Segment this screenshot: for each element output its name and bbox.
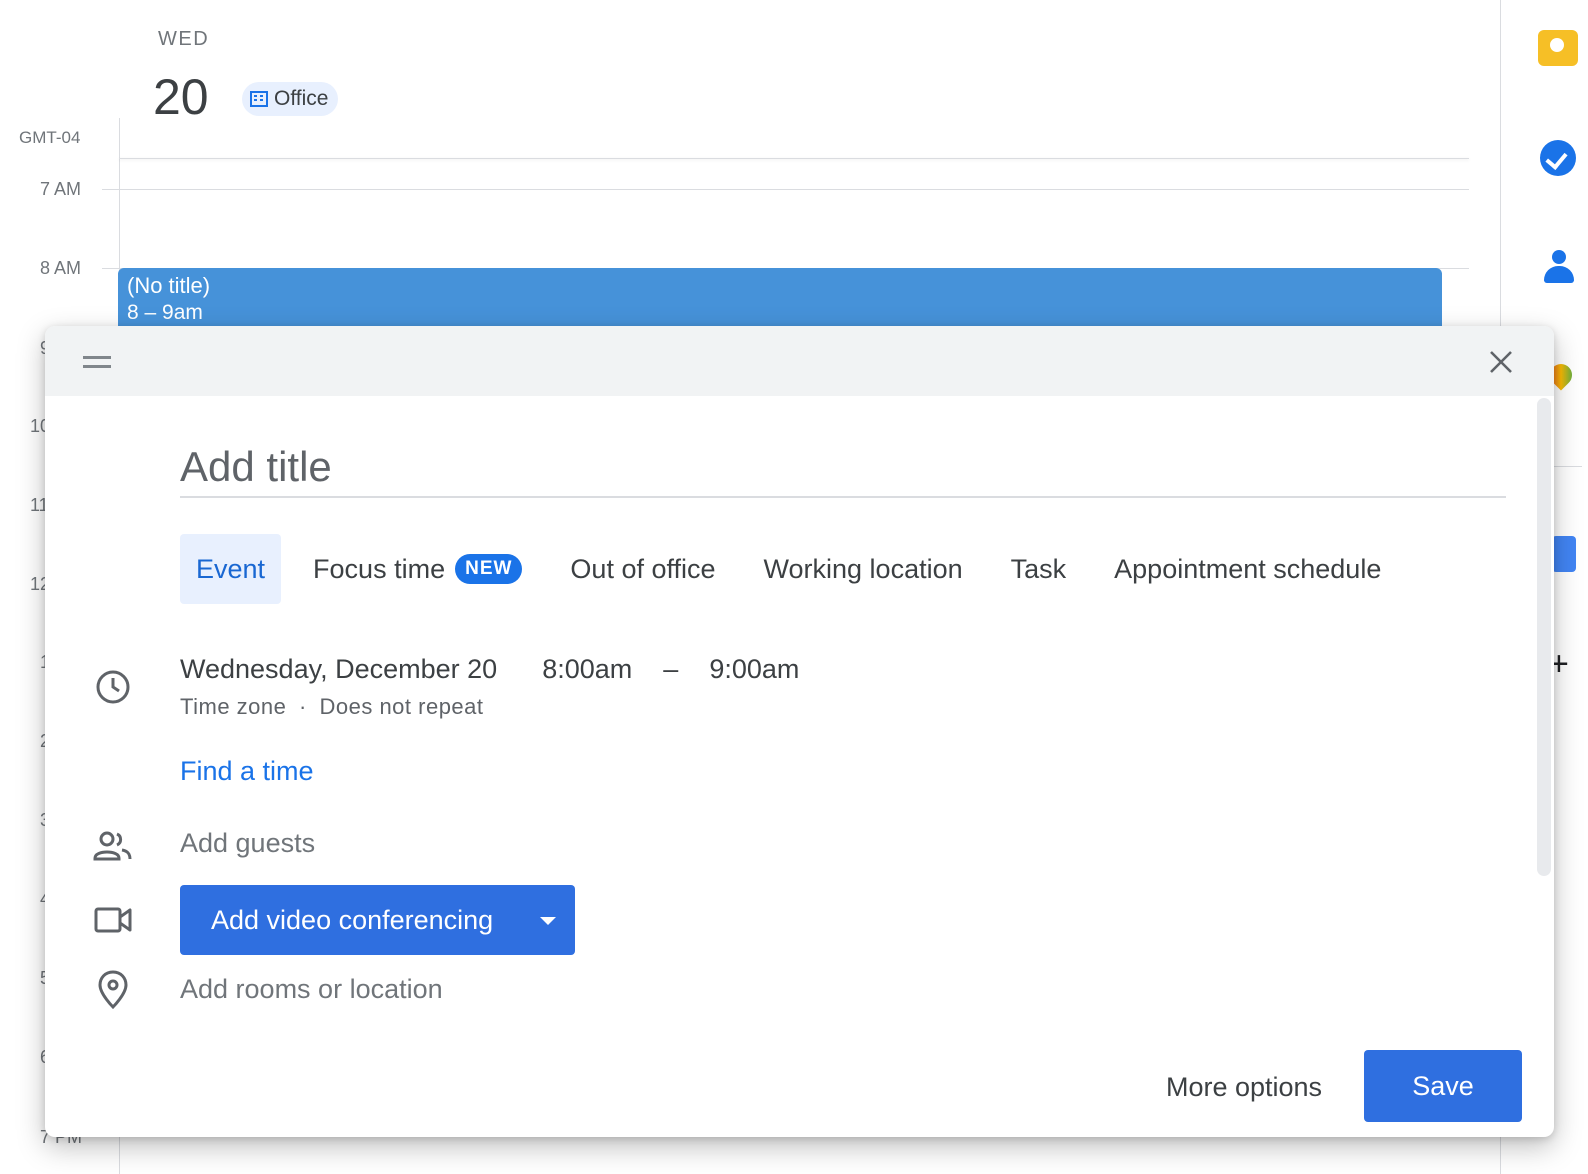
people-icon: [93, 826, 133, 866]
location-chip-label: Office: [274, 87, 329, 110]
datetime-options: Time zone · Does not repeat: [180, 694, 484, 720]
day-name: WED: [158, 28, 210, 50]
tab-label: Appointment schedule: [1114, 553, 1382, 584]
add-location-input[interactable]: Add rooms or location: [180, 974, 443, 1005]
clock-icon: [93, 667, 133, 707]
timezone-label: GMT-04: [19, 128, 81, 147]
tab-out-of-office[interactable]: Out of office: [554, 534, 731, 604]
dialog-header[interactable]: [45, 326, 1554, 396]
working-location-chip[interactable]: Office: [242, 82, 339, 116]
building-icon: [250, 91, 268, 107]
time-separator: –: [663, 654, 679, 684]
event-title: (No title): [127, 273, 211, 298]
date-picker[interactable]: Wednesday, December 20: [180, 654, 497, 685]
tab-task[interactable]: Task: [995, 534, 1083, 604]
more-options-button[interactable]: More options: [1143, 1052, 1345, 1122]
event-time: 8 – 9am: [127, 301, 203, 324]
start-time-picker[interactable]: 8:00am: [542, 654, 632, 685]
separator-dot: ·: [299, 694, 307, 719]
dropdown-caret-icon[interactable]: [540, 917, 556, 925]
scrollbar[interactable]: [1537, 398, 1551, 876]
save-button[interactable]: Save: [1364, 1050, 1522, 1122]
tab-label: Focus time: [313, 553, 446, 584]
hour-label: 7 AM: [40, 179, 82, 199]
close-button[interactable]: [1481, 342, 1521, 382]
tab-label: Out of office: [570, 553, 716, 584]
tab-working-location[interactable]: Working location: [748, 534, 979, 604]
contacts-icon-body: [1544, 266, 1574, 283]
all-day-divider: [119, 158, 1469, 159]
drag-handle-icon[interactable]: [83, 356, 111, 368]
keep-icon[interactable]: [1538, 30, 1578, 66]
contacts-icon-head: [1552, 250, 1566, 264]
add-video-conferencing-button[interactable]: Add video conferencing: [180, 885, 575, 955]
end-time-picker[interactable]: 9:00am: [709, 654, 799, 685]
tab-event[interactable]: Event: [180, 534, 282, 604]
tab-focus-time[interactable]: Focus time NEW: [297, 534, 538, 604]
day-number[interactable]: 20: [153, 68, 209, 126]
find-a-time-link[interactable]: Find a time: [180, 756, 314, 787]
hour-label: 8 AM: [40, 258, 82, 278]
event-dialog: Event Focus time NEW Out of office Worki…: [45, 326, 1554, 1137]
side-panel-divider: [1552, 466, 1582, 467]
event-type-tabs: Event Focus time NEW Out of office Worki…: [180, 534, 1413, 604]
new-badge: NEW: [455, 554, 523, 584]
location-pin-icon: [93, 970, 133, 1010]
addon-icon[interactable]: [1552, 536, 1576, 572]
repeat-dropdown[interactable]: Does not repeat: [319, 694, 483, 719]
datetime-row: Wednesday, December 20 8:00am – 9:00am: [180, 654, 799, 685]
tab-appointment-schedule[interactable]: Appointment schedule: [1098, 534, 1397, 604]
video-button-label: Add video conferencing: [211, 904, 494, 935]
contacts-icon[interactable]: [1542, 250, 1578, 286]
tab-label: Working location: [763, 553, 963, 584]
title-input[interactable]: [180, 430, 1506, 498]
tasks-icon[interactable]: [1540, 140, 1576, 176]
video-camera-icon: [93, 900, 133, 940]
tab-label: Task: [1010, 553, 1067, 584]
hour-line: [102, 189, 1469, 190]
close-icon: [1490, 351, 1512, 373]
timezone-link[interactable]: Time zone: [180, 694, 286, 719]
tab-label: Event: [196, 553, 266, 584]
add-guests-input[interactable]: Add guests: [180, 828, 315, 859]
